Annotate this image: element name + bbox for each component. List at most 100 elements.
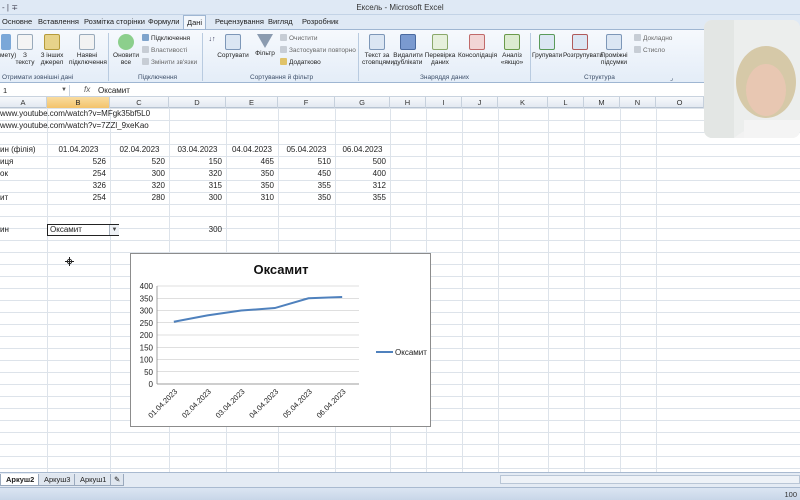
text-to-columns-button[interactable]: Текст за стовпцями: [362, 34, 394, 66]
tab-view[interactable]: Вигляд: [268, 17, 293, 26]
series-line[interactable]: [173, 296, 343, 323]
cell-value[interactable]: 350: [226, 168, 278, 180]
line-chart[interactable]: Оксамит 0 50 100 150 200 250 300 350 400 01.04.2…: [130, 253, 431, 427]
advanced-filter-button[interactable]: Додатково: [280, 58, 321, 66]
cell-lookup-result[interactable]: 300: [169, 224, 226, 236]
cell-date[interactable]: 05.04.2023: [278, 144, 335, 156]
tab-home[interactable]: Основне: [2, 17, 32, 26]
cell-value[interactable]: 326: [47, 180, 110, 192]
cell-value[interactable]: 150: [169, 156, 226, 168]
cell-value[interactable]: 526: [47, 156, 110, 168]
cell-value[interactable]: 355: [335, 192, 390, 204]
filter-button[interactable]: Фільтр: [252, 34, 278, 57]
tab-insert[interactable]: Вставлення: [38, 17, 79, 26]
column-header-b[interactable]: B: [47, 97, 110, 108]
existing-connections-button[interactable]: Наявні підключення: [69, 34, 107, 66]
refresh-all-button[interactable]: Оновити все: [112, 34, 140, 66]
ungroup-button[interactable]: Розгрупувати: [563, 34, 603, 59]
cell-row-label[interactable]: иця: [0, 156, 47, 168]
cell-date[interactable]: 02.04.2023: [110, 144, 169, 156]
cell-value[interactable]: 280: [110, 192, 169, 204]
cell-value[interactable]: 320: [110, 180, 169, 192]
zoom-level[interactable]: 100: [784, 490, 797, 499]
cell-value[interactable]: 254: [47, 168, 110, 180]
cell-value[interactable]: 450: [278, 168, 335, 180]
sheet-tab-aркуш1[interactable]: Аркуш1: [74, 474, 113, 486]
column-header-g[interactable]: G: [335, 97, 390, 108]
cell-date[interactable]: 03.04.2023: [169, 144, 226, 156]
cell-value[interactable]: 510: [278, 156, 335, 168]
legend-label[interactable]: Оксамит: [395, 348, 427, 357]
cell-value[interactable]: 315: [169, 180, 226, 192]
group-button[interactable]: Групувати: [532, 34, 562, 59]
consolidate-button[interactable]: Консолідація: [458, 34, 497, 59]
properties-button[interactable]: Властивості: [142, 46, 187, 54]
cell-value[interactable]: 312: [335, 180, 390, 192]
column-header-f[interactable]: F: [278, 97, 335, 108]
insert-sheet-icon[interactable]: ✎: [110, 474, 125, 486]
cell-value[interactable]: 350: [278, 192, 335, 204]
data-validation-button[interactable]: Перевірка даних: [424, 34, 456, 66]
cell-url-2[interactable]: www.youtube.com/watch?v=7ZZl_9xeKao: [0, 120, 149, 132]
connections-button[interactable]: Підключення: [142, 34, 190, 42]
sheet-tab-aркуш3[interactable]: Аркуш3: [38, 474, 77, 486]
column-header-n[interactable]: N: [620, 97, 656, 108]
cell-value[interactable]: 310: [226, 192, 278, 204]
cell-value[interactable]: 350: [226, 180, 278, 192]
chart-title[interactable]: Оксамит: [253, 262, 308, 277]
cell-value[interactable]: 300: [169, 192, 226, 204]
column-header-l[interactable]: L: [548, 97, 584, 108]
cell-lookup-label[interactable]: ин: [0, 224, 47, 236]
cell-value[interactable]: 465: [226, 156, 278, 168]
from-other-sources-button[interactable]: З інших джерел: [38, 34, 66, 66]
cell-value[interactable]: 400: [335, 168, 390, 180]
fx-icon[interactable]: fx: [84, 85, 90, 94]
cell-value[interactable]: 355: [278, 180, 335, 192]
cell-row-label[interactable]: ок: [0, 168, 47, 180]
subtotal-button[interactable]: Проміжні підсумки: [598, 34, 630, 66]
tab-data[interactable]: Дані: [183, 15, 207, 30]
tab-developer[interactable]: Розробник: [302, 17, 338, 26]
column-header-h[interactable]: H: [390, 97, 426, 108]
chevron-down-icon[interactable]: ▼: [109, 225, 119, 235]
formula-input[interactable]: Оксамит: [98, 86, 130, 95]
cell-row-label[interactable]: [0, 180, 47, 192]
column-header-k[interactable]: K: [498, 97, 548, 108]
what-if-button[interactable]: Аналіз «якщо»: [497, 34, 527, 66]
horizontal-scrollbar[interactable]: [500, 475, 800, 484]
cell-value[interactable]: 320: [169, 168, 226, 180]
reapply-button[interactable]: Застосувати повторно: [280, 46, 356, 54]
column-header-m[interactable]: M: [584, 97, 620, 108]
cell-date[interactable]: 06.04.2023: [335, 144, 390, 156]
cell-date[interactable]: 01.04.2023: [47, 144, 110, 156]
column-header-c[interactable]: C: [110, 97, 169, 108]
remove-duplicates-button[interactable]: Видалити дублікати: [393, 34, 423, 66]
name-box[interactable]: 1 ▼: [0, 85, 70, 96]
column-header-d[interactable]: D: [169, 97, 226, 108]
column-header-a[interactable]: A: [0, 97, 47, 108]
cell-row-label[interactable]: ит: [0, 192, 47, 204]
cell-value[interactable]: 500: [335, 156, 390, 168]
from-web-button[interactable]: мету): [0, 34, 16, 59]
cell-value[interactable]: 300: [110, 168, 169, 180]
column-header-e[interactable]: E: [226, 97, 278, 108]
edit-links-button[interactable]: Змінити зв'язки: [142, 58, 197, 66]
sort-button[interactable]: Сортувати: [216, 34, 250, 59]
column-header-i[interactable]: I: [426, 97, 462, 108]
chevron-down-icon[interactable]: ▼: [61, 85, 67, 96]
sheet-tab-aркуш2[interactable]: Аркуш2: [0, 474, 41, 486]
cell-date[interactable]: 04.04.2023: [226, 144, 278, 156]
show-detail-button[interactable]: Докладно: [634, 34, 672, 42]
tab-formulas[interactable]: Формули: [148, 17, 179, 26]
hide-detail-button[interactable]: Стисло: [634, 46, 665, 54]
cell-header-label[interactable]: ин (філія): [0, 144, 47, 156]
cell-value[interactable]: 520: [110, 156, 169, 168]
cell-url-1[interactable]: www.youtube.com/watch?v=MFgk35bf5L0: [0, 108, 150, 120]
from-text-button[interactable]: З тексту: [13, 34, 37, 66]
dialog-launcher-icon[interactable]: ⌟: [670, 74, 673, 82]
clear-filter-button[interactable]: Очистити: [280, 34, 318, 42]
tab-review[interactable]: Рецензування: [215, 17, 264, 26]
column-header-j[interactable]: J: [462, 97, 498, 108]
column-header-o[interactable]: O: [656, 97, 704, 108]
cell-value[interactable]: 254: [47, 192, 110, 204]
